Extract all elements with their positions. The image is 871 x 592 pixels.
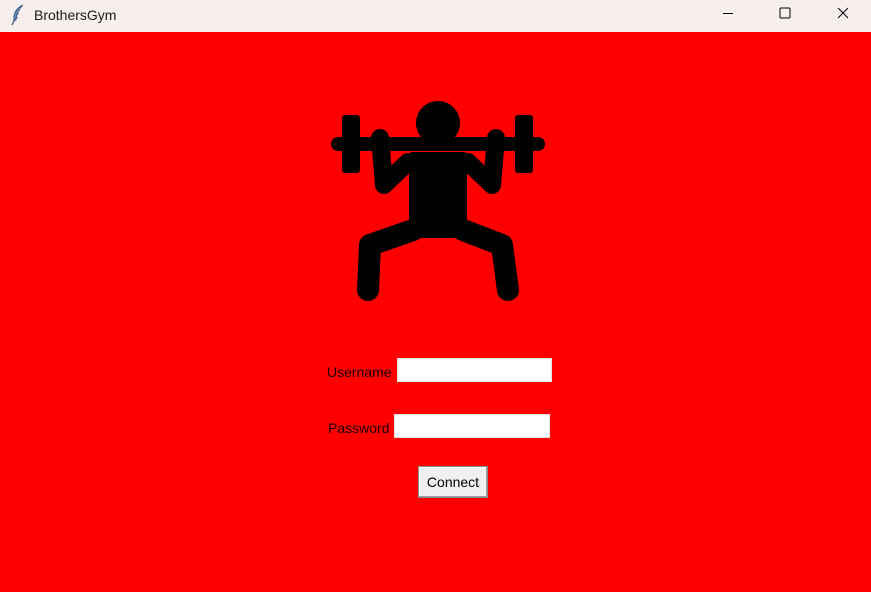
close-button[interactable] [815, 0, 871, 30]
minimize-icon [722, 6, 734, 24]
weightlifter-icon [331, 101, 545, 301]
password-input[interactable] [394, 414, 550, 438]
minimize-button[interactable] [700, 0, 756, 30]
connect-button[interactable]: Connect [418, 466, 488, 498]
close-icon [837, 6, 849, 24]
feather-icon [10, 4, 26, 26]
username-input[interactable] [397, 358, 552, 382]
app-window: BrothersGym Username Password Connect [0, 0, 871, 592]
username-label: Username [327, 364, 392, 380]
login-panel: Username Password Connect [0, 32, 871, 592]
title-bar[interactable]: BrothersGym [0, 0, 871, 32]
window-title: BrothersGym [34, 7, 117, 23]
maximize-button[interactable] [757, 0, 813, 30]
password-label: Password [328, 420, 390, 436]
maximize-icon [779, 6, 791, 24]
